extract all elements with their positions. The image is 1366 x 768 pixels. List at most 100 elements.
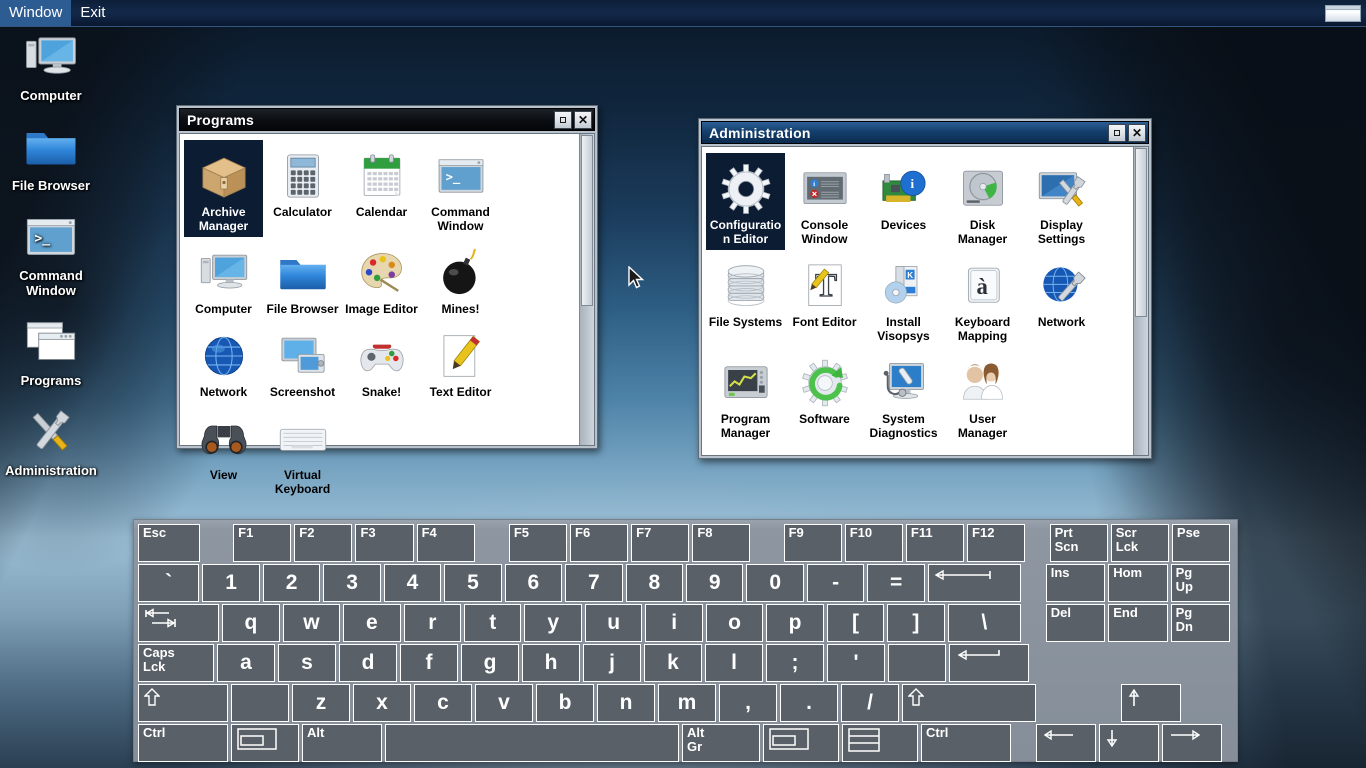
key-alt-gr[interactable]: Alt Gr [682, 724, 760, 762]
minimize-button[interactable] [554, 110, 572, 129]
key-5[interactable]: 5 [444, 564, 502, 602]
desktop-icon-file-browser[interactable]: File Browser [2, 118, 100, 193]
vertical-scrollbar[interactable] [579, 134, 594, 445]
key-4[interactable]: 4 [383, 564, 442, 602]
app-icon-console-window[interactable]: i Console Window [785, 153, 864, 250]
key-f12[interactable]: F12 [967, 524, 1026, 562]
key-arrow-up[interactable] [1121, 684, 1181, 722]
key-backtick[interactable]: ` [138, 564, 200, 602]
key-p[interactable]: p [766, 604, 824, 642]
app-icon-file-browser[interactable]: File Browser [263, 237, 342, 320]
key-q[interactable]: q [222, 604, 280, 642]
key-f2[interactable]: F2 [294, 524, 353, 562]
minimize-button[interactable] [1108, 123, 1126, 142]
key-super-right[interactable] [763, 724, 839, 762]
key-g[interactable]: g [461, 644, 519, 682]
key-m[interactable]: m [658, 684, 716, 722]
key-pause[interactable]: Pse [1171, 524, 1231, 562]
key-f6[interactable]: F6 [570, 524, 629, 562]
menu-window[interactable]: Window [0, 0, 72, 26]
scrollbar-thumb[interactable] [1135, 148, 1147, 318]
app-icon-software[interactable]: Software [785, 347, 864, 444]
key-w[interactable]: w [282, 604, 341, 642]
desktop-icon-computer[interactable]: Computer [2, 28, 100, 103]
key-t[interactable]: t [464, 604, 522, 642]
key-period[interactable]: . [780, 684, 838, 722]
app-icon-mines[interactable]: Mines! [421, 237, 500, 320]
key-f9[interactable]: F9 [783, 524, 842, 562]
key-f10[interactable]: F10 [844, 524, 903, 562]
key-space[interactable] [385, 724, 679, 762]
key-end[interactable]: End [1108, 604, 1168, 642]
key-i[interactable]: i [645, 604, 703, 642]
title-bar[interactable]: Programs ✕ [179, 108, 595, 131]
app-icon-calendar[interactable]: Calendar [342, 140, 421, 237]
key-e[interactable]: e [343, 604, 401, 642]
key-ctrl-right[interactable]: Ctrl [921, 724, 1011, 762]
app-icon-screenshot[interactable]: Screenshot [263, 320, 342, 403]
key-comma[interactable]: , [719, 684, 777, 722]
key-insert[interactable]: Ins [1045, 564, 1106, 602]
key-equals[interactable]: = [867, 564, 925, 602]
app-icon-computer[interactable]: Computer [184, 237, 263, 320]
key-x[interactable]: x [353, 684, 411, 722]
key-caps-lock[interactable]: Caps Lck [138, 644, 214, 682]
key-page-down[interactable]: Pg Dn [1170, 604, 1231, 642]
key-f5[interactable]: F5 [508, 524, 567, 562]
key-home[interactable]: Hom [1108, 564, 1168, 602]
key-7[interactable]: 7 [565, 564, 623, 602]
app-icon-user-manager[interactable]: User Manager [943, 347, 1022, 444]
key-f4[interactable]: F4 [416, 524, 475, 562]
key-v[interactable]: v [475, 684, 533, 722]
key-f11[interactable]: F11 [905, 524, 965, 562]
key-shift-left[interactable] [138, 684, 228, 722]
title-bar[interactable]: Administration ✕ [701, 121, 1149, 144]
app-icon-program-manager[interactable]: Program Manager [706, 347, 785, 444]
key-3[interactable]: 3 [323, 564, 381, 602]
key-u[interactable]: u [584, 604, 643, 642]
virtual-keyboard[interactable]: Esc F1 F2 F3 F4 F5 F6 F7 F8 F9 F10 F11 F12 Prt Scn Scr… [133, 519, 1238, 762]
desktop-icon-programs[interactable]: Programs [2, 313, 100, 388]
key-apostrophe[interactable]: ' [827, 644, 885, 682]
key-f7[interactable]: F7 [631, 524, 690, 562]
app-icon-calculator[interactable]: Calculator [263, 140, 342, 237]
close-button[interactable]: ✕ [1128, 123, 1146, 142]
app-icon-text-editor[interactable]: Text Editor [421, 320, 500, 403]
app-icon-font-editor[interactable]: T Font Editor [785, 250, 864, 347]
key-escape[interactable]: Esc [138, 524, 201, 562]
key-minus[interactable]: - [806, 564, 865, 602]
key-0[interactable]: 0 [746, 564, 804, 602]
app-icon-keyboard-mapping[interactable]: à Keyboard Mapping [943, 250, 1022, 347]
app-icon-virtual-keyboard[interactable]: Virtual Keyboard [263, 403, 342, 500]
key-f3[interactable]: F3 [355, 524, 414, 562]
close-button[interactable]: ✕ [574, 110, 592, 129]
key-s[interactable]: s [278, 644, 336, 682]
key-j[interactable]: j [583, 644, 641, 682]
app-icon-command-window[interactable]: >_ Command Window [421, 140, 500, 237]
key-delete[interactable]: Del [1045, 604, 1106, 642]
key-z[interactable]: z [292, 684, 350, 722]
app-icon-system-diagnostics[interactable]: System Diagnostics [864, 347, 943, 444]
desktop-icon-command-window[interactable]: >_ Command Window [2, 208, 100, 298]
key-y[interactable]: y [524, 604, 582, 642]
key-hash[interactable] [888, 644, 946, 682]
key-print-screen[interactable]: Prt Scn [1049, 524, 1108, 562]
key-f1[interactable]: F1 [233, 524, 292, 562]
key-o[interactable]: o [705, 604, 764, 642]
app-icon-image-editor[interactable]: Image Editor [342, 237, 421, 320]
key-shift-right[interactable] [902, 684, 1036, 722]
key-n[interactable]: n [597, 684, 655, 722]
app-icon-archive-manager[interactable]: Archive Manager [184, 140, 263, 237]
key-9[interactable]: 9 [686, 564, 744, 602]
app-icon-install-visopsys[interactable]: K Install Visopsys [864, 250, 943, 347]
scrollbar-thumb[interactable] [581, 135, 593, 307]
menu-exit[interactable]: Exit [71, 0, 114, 26]
key-backslash[interactable]: \ [947, 604, 1021, 642]
app-icon-view[interactable]: View [184, 403, 263, 500]
app-icon-configuration-editor[interactable]: Configuration Editor [706, 153, 785, 250]
key-slash[interactable]: / [841, 684, 899, 722]
app-icon-display-settings[interactable]: Display Settings [1022, 153, 1101, 250]
key-a[interactable]: a [217, 644, 275, 682]
key-bracket-right[interactable]: ] [887, 604, 945, 642]
key-c[interactable]: c [414, 684, 472, 722]
